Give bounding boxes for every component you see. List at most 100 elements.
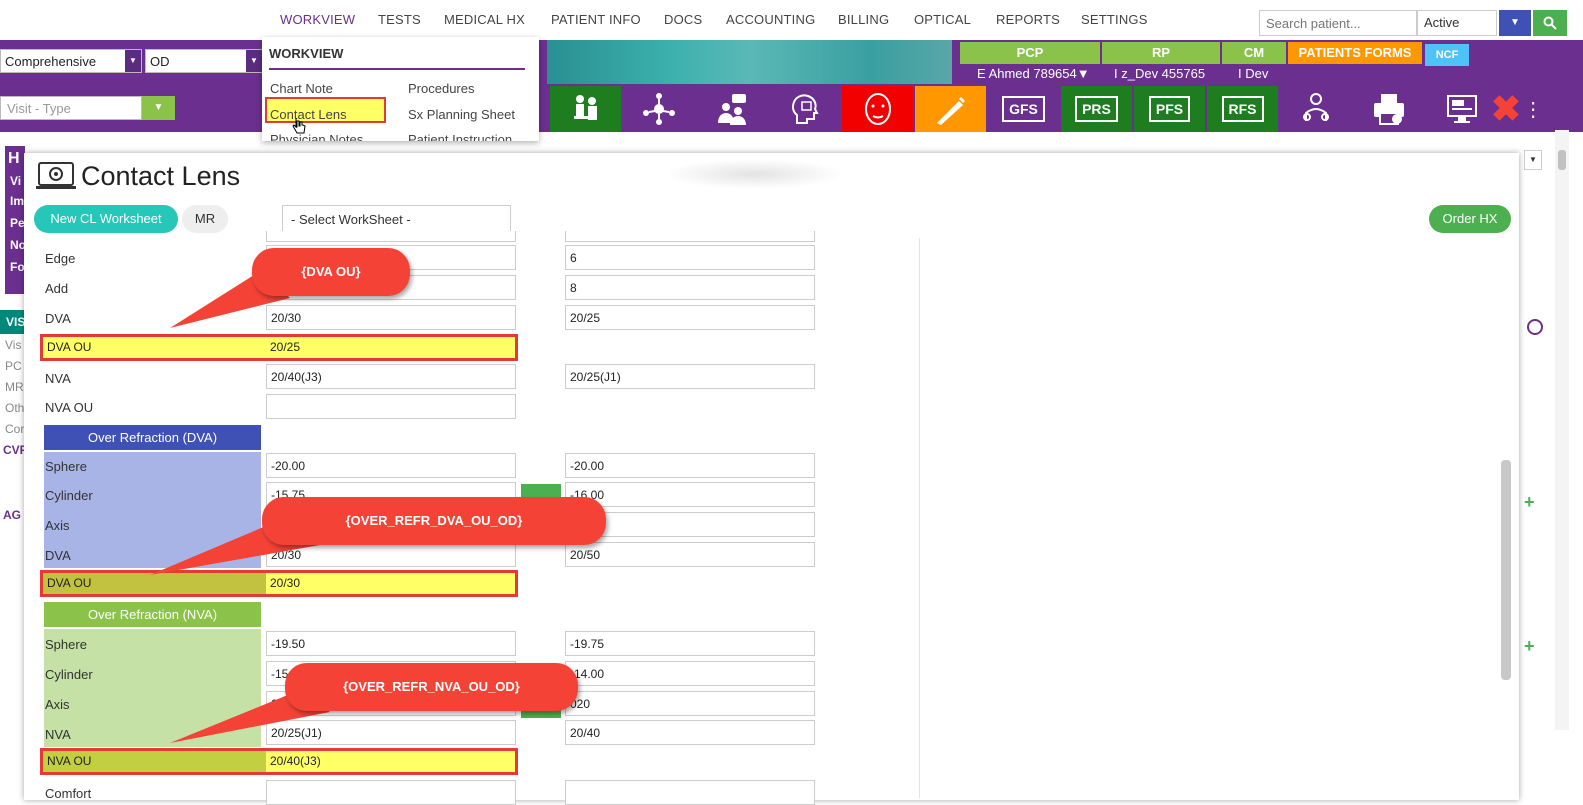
nav-accounting[interactable]: ACCOUNTING xyxy=(726,12,815,27)
dva-od-field[interactable]: 20/30 xyxy=(266,305,516,330)
contact-lens-icon xyxy=(36,162,76,189)
ncf-button[interactable]: NCF xyxy=(1425,44,1469,66)
ordva-dva-od-field[interactable]: 20/30 xyxy=(266,542,516,567)
staff-icon xyxy=(1302,93,1329,121)
side-select[interactable]: ▼ xyxy=(1524,150,1542,170)
ornva-cylinder-label: Cylinder xyxy=(45,667,93,682)
menu-procedures[interactable]: Procedures xyxy=(408,81,474,96)
sidebar-no[interactable]: No xyxy=(5,234,26,256)
over-refr-nva-callout: {OVER_REFR_NVA_OU_OD} xyxy=(285,663,578,711)
ornva-sphere-os-field[interactable]: -19.75 xyxy=(565,631,815,656)
edge-os-field[interactable]: 6 xyxy=(565,245,815,270)
sidebar-vi[interactable]: Vi xyxy=(5,172,25,190)
nav-optical[interactable]: OPTICAL xyxy=(914,12,971,27)
nva-os-field[interactable]: 20/25(J1) xyxy=(565,364,815,389)
more-vertical-icon: ⋮ xyxy=(1523,98,1544,121)
dva-os-field[interactable]: 20/25 xyxy=(565,305,815,330)
page-scrollbar[interactable] xyxy=(1555,130,1569,730)
menu-physician-notes[interactable]: Physician Notes xyxy=(270,132,363,141)
nav-medical-hx[interactable]: MEDICAL HX xyxy=(444,12,525,27)
comfort-label: Comfort xyxy=(45,786,92,801)
add-icon[interactable]: + xyxy=(1524,636,1535,657)
os-field-partial[interactable] xyxy=(565,231,815,242)
modal-scrollbar-thumb[interactable] xyxy=(1501,460,1511,680)
education-tool-button[interactable] xyxy=(769,86,840,132)
ornva-cylinder-os-field[interactable]: -14.00 xyxy=(565,661,815,686)
print-tool-button[interactable] xyxy=(1353,86,1424,132)
visit-type-dropdown-button[interactable]: ▼ xyxy=(142,96,175,120)
ordva-dva-os-field[interactable]: 20/50 xyxy=(565,542,815,567)
od-field-partial[interactable] xyxy=(266,231,516,242)
add-icon[interactable]: + xyxy=(1524,492,1535,513)
ornva-axis-os-field[interactable]: 020 xyxy=(565,691,815,716)
prs-tool-button[interactable]: PRS xyxy=(1061,86,1132,132)
ordva-sphere-os-field[interactable]: -20.00 xyxy=(565,453,815,478)
staff-tool-button[interactable] xyxy=(1280,86,1351,132)
visit-type-select[interactable]: Visit - Type xyxy=(0,96,142,120)
contact-lens-modal: Contact Lens New CL Worksheet MR - Selec… xyxy=(24,153,1519,805)
check-circle-icon[interactable] xyxy=(1527,319,1543,335)
vis-tab[interactable]: VIS xyxy=(0,310,25,334)
exam-tool-button[interactable] xyxy=(550,86,621,132)
add-os-field[interactable]: 8 xyxy=(565,275,815,300)
patients-forms-button[interactable]: PATIENTS FORMS xyxy=(1288,42,1422,64)
gfs-tool-button[interactable]: GFS xyxy=(988,86,1059,132)
comfort-os-field[interactable] xyxy=(565,780,815,805)
eye-select[interactable]: OD ▼ xyxy=(145,49,263,73)
sidebar-im[interactable]: Im xyxy=(5,190,25,212)
pfs-tool-button[interactable]: PFS xyxy=(1134,86,1205,132)
ornva-sphere-od-field[interactable]: -19.50 xyxy=(266,631,516,656)
nva-ou-field[interactable] xyxy=(266,394,516,419)
network-icon xyxy=(642,93,675,125)
consult-tool-button[interactable] xyxy=(696,86,767,132)
nav-patient-info[interactable]: PATIENT INFO xyxy=(551,12,641,27)
menu-contact-lens[interactable]: Contact Lens xyxy=(270,107,347,122)
new-cl-worksheet-button[interactable]: New CL Worksheet xyxy=(34,205,178,233)
nav-reports[interactable]: REPORTS xyxy=(996,12,1060,27)
monitor-tool-button[interactable] xyxy=(1426,86,1497,132)
pcp-value[interactable]: E Ahmed 789654▼ xyxy=(977,66,1090,81)
order-hx-button[interactable]: Order HX xyxy=(1429,205,1511,233)
network-tool-button[interactable] xyxy=(623,86,694,132)
rfs-tool-button[interactable]: RFS xyxy=(1207,86,1278,132)
search-button[interactable] xyxy=(1533,10,1567,36)
status-dropdown-button[interactable]: ▼ xyxy=(1499,10,1531,36)
menu-chart-note[interactable]: Chart Note xyxy=(270,81,333,96)
search-patient-input[interactable] xyxy=(1259,10,1417,36)
ordva-cylinder-os-field[interactable]: -16.00 xyxy=(565,482,815,507)
nav-settings[interactable]: SETTINGS xyxy=(1081,12,1148,27)
sidebar-pe[interactable]: Pe xyxy=(5,212,25,234)
close-chart-button[interactable]: ✖ ⋮ xyxy=(1491,86,1544,132)
exam-type-value: Comprehensive xyxy=(5,54,97,69)
patient-status-select[interactable]: Active xyxy=(1417,10,1497,36)
sidebar-ag[interactable]: AG xyxy=(3,508,21,522)
nva-od-field[interactable]: 20/40(J3) xyxy=(266,364,516,389)
menu-patient-instruction[interactable]: Patient Instruction xyxy=(408,132,512,141)
face-tool-button[interactable] xyxy=(842,86,913,132)
exam-type-select[interactable]: Comprehensive ▼ xyxy=(0,49,142,73)
search-icon xyxy=(1543,16,1557,30)
cm-label: CM xyxy=(1222,42,1286,64)
surgery-tool-button[interactable] xyxy=(915,86,986,132)
nav-billing[interactable]: BILLING xyxy=(838,12,889,27)
ordva-dva-ou-row[interactable]: DVA OU 20/30 xyxy=(40,570,518,597)
ornva-nva-os-field[interactable]: 20/40 xyxy=(565,720,815,745)
nav-workview[interactable]: WORKVIEW xyxy=(280,12,355,27)
over-refraction-nva-header: Over Refraction (NVA) xyxy=(44,602,261,627)
menu-sx-planning-sheet[interactable]: Sx Planning Sheet xyxy=(408,107,515,122)
ornva-nva-ou-row[interactable]: NVA OU 20/40(J3) xyxy=(40,748,518,775)
nav-tests[interactable]: TESTS xyxy=(378,12,421,27)
ordva-sphere-od-field[interactable]: -20.00 xyxy=(266,453,516,478)
scalpel-icon xyxy=(936,97,965,125)
sidebar-fo[interactable]: Fo xyxy=(5,256,25,278)
page-scrollbar-thumb[interactable] xyxy=(1558,150,1566,170)
ornva-nva-od-field[interactable]: 20/25(J1) xyxy=(266,720,516,745)
comfort-od-field[interactable] xyxy=(266,780,516,805)
consultation-icon xyxy=(717,94,746,125)
patient-exam-icon xyxy=(573,95,597,120)
nav-docs[interactable]: DOCS xyxy=(664,12,702,27)
worksheet-select[interactable]: - Select WorkSheet - xyxy=(282,205,511,233)
mr-button[interactable]: MR xyxy=(182,205,228,233)
dva-ou-row[interactable]: DVA OU 20/25 xyxy=(40,334,518,361)
ordva-cylinder-label: Cylinder xyxy=(45,488,93,503)
